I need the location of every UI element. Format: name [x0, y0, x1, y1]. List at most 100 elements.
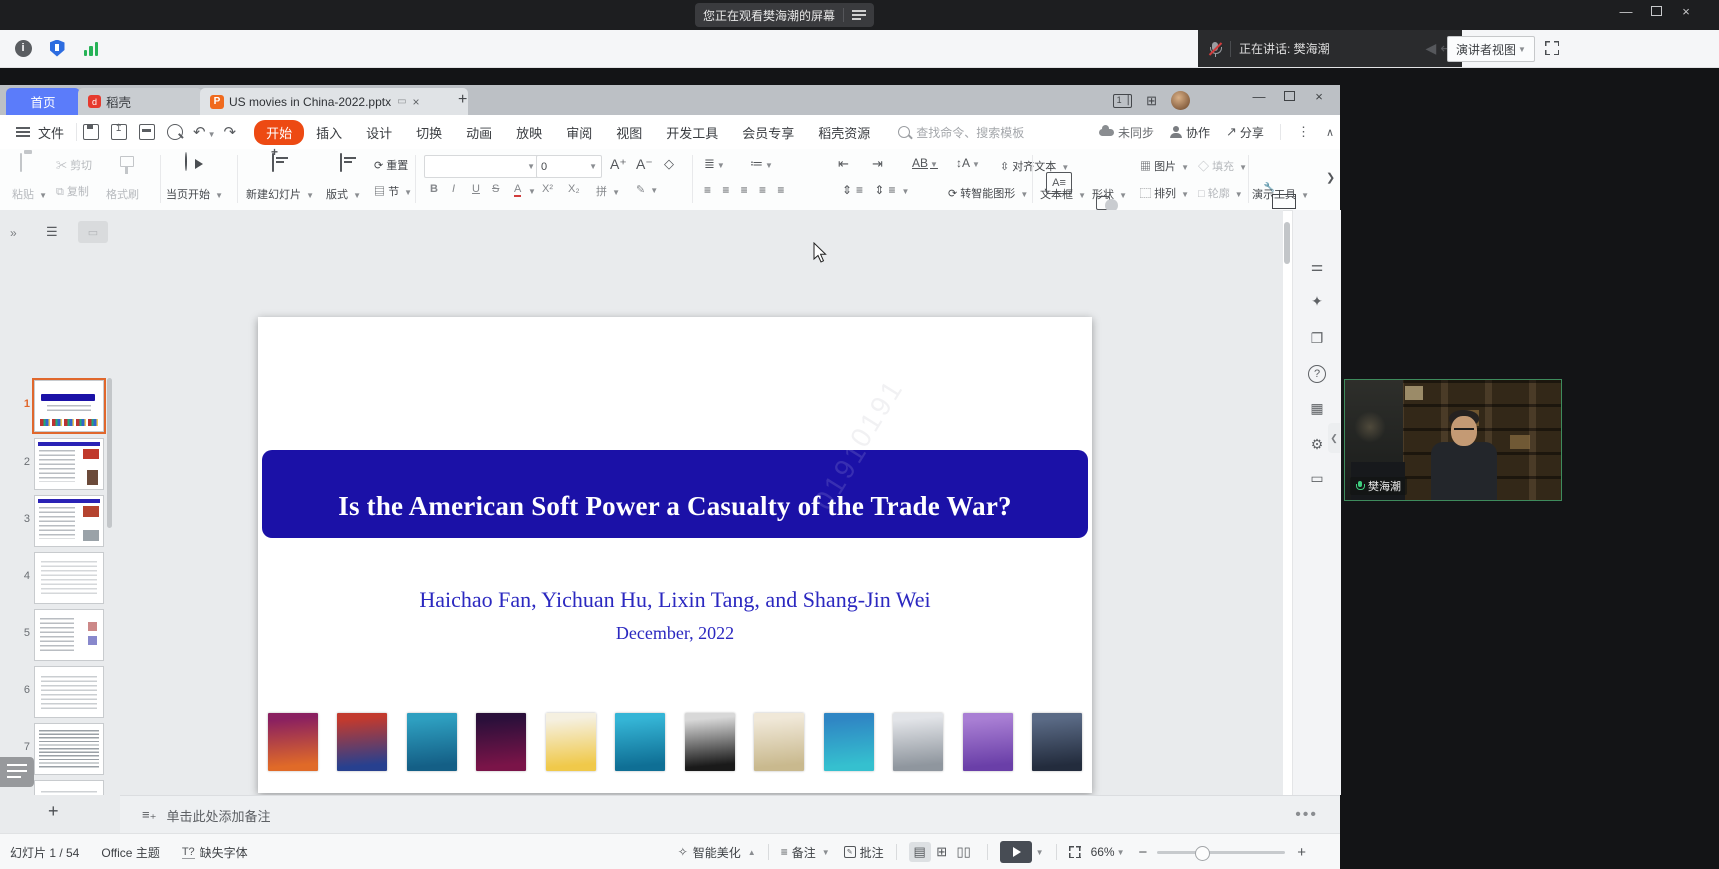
menu-member[interactable]: 会员专享 [742, 123, 794, 142]
chat-bubble-icon[interactable]: ▭ [397, 96, 406, 107]
pinyin-button[interactable]: 拼 ▼ [596, 183, 620, 199]
help-icon[interactable]: ? [1308, 365, 1326, 383]
to-smartart-button[interactable]: ⟳ 转智能图形 ▼ [948, 185, 1028, 201]
session-window-icon[interactable]: 1▕ [1113, 94, 1132, 108]
play-from-current-icon[interactable] [185, 152, 187, 171]
slide-thumbnail-7[interactable] [34, 723, 104, 775]
reading-view-icon[interactable]: ▯▯ [953, 842, 975, 862]
font-size-combo[interactable]: 0▼ [536, 155, 602, 178]
panel-toggle-button[interactable] [0, 757, 34, 787]
outline-view-icon[interactable]: ☰ [46, 224, 58, 240]
slide-thumbnail-2[interactable] [34, 438, 104, 490]
layout-button[interactable]: 版式 ▼ [326, 186, 361, 202]
layout-icon[interactable] [340, 153, 342, 172]
zoom-level[interactable]: 66% [1091, 845, 1115, 859]
slide-thumbnail-5[interactable] [34, 609, 104, 661]
comment-pane-icon[interactable]: ▭ [1307, 470, 1327, 490]
arrange-button[interactable]: ⬚ 排列 ▼ [1140, 185, 1189, 201]
movie-poster[interactable] [337, 713, 387, 771]
grid-view-icon[interactable]: ⊞ [931, 842, 953, 862]
task-pane-icon[interactable]: ⚌ [1307, 258, 1327, 278]
format-painter-button[interactable]: 格式刷 [106, 186, 139, 202]
redo-icon[interactable]: ↷ [224, 123, 237, 141]
decrease-indent-icon[interactable]: ⇤ [838, 156, 849, 172]
chart-tools-icon[interactable]: ▦ [1307, 400, 1327, 420]
increase-indent-icon[interactable]: ⇥ [872, 156, 883, 172]
slide-thumbnail-1[interactable] [34, 380, 104, 432]
shield-icon[interactable] [46, 37, 68, 59]
tab-grid-icon[interactable]: ⊞ [1146, 93, 1157, 109]
slideshow-small-button[interactable]: ▭ [78, 221, 108, 243]
command-search[interactable]: 查找命令、搜索模板 [898, 124, 1024, 141]
share-menu-icon[interactable] [852, 10, 866, 20]
restore-button[interactable] [1641, 4, 1671, 19]
section-button[interactable]: ▤ 节 ▼ [374, 183, 412, 199]
slideshow-play-button[interactable] [1000, 841, 1032, 863]
highlight-button[interactable]: ✎ ▼ [636, 183, 658, 196]
textbox-button[interactable]: 文本框 ▼ [1040, 186, 1086, 202]
tab-document[interactable]: P US movies in China-2022.pptx ▭ × [200, 88, 468, 115]
bullet-list-icon[interactable]: ≣▼ [704, 156, 725, 172]
menu-review[interactable]: 审阅 [566, 123, 592, 142]
paste-button[interactable]: 粘贴 ▼ [12, 186, 47, 202]
new-tab-button[interactable]: + [458, 91, 467, 109]
play-options-chevron[interactable]: ▼ [1036, 848, 1044, 857]
fullscreen-icon[interactable] [1545, 41, 1559, 55]
print-icon[interactable] [139, 124, 155, 140]
normal-view-icon[interactable]: ▤ [909, 842, 931, 862]
italic-button[interactable]: I [452, 183, 455, 195]
tab-home[interactable]: 首页 [6, 88, 80, 115]
slide-title[interactable]: Is the American Soft Power a Casualty of… [338, 491, 1011, 522]
collaborate-button[interactable]: 协作 [1170, 124, 1210, 141]
slide-thumbnail-3[interactable] [34, 495, 104, 547]
menu-view[interactable]: 视图 [616, 123, 642, 142]
slide-thumbnail-4[interactable] [34, 552, 104, 604]
align-buttons[interactable]: ≡ ≡ ≡ ≡ ≡ [704, 183, 788, 197]
text-direction-icon[interactable]: AB▼ [912, 156, 938, 170]
beautify-button[interactable]: ✧ 智能美化▲ [678, 844, 756, 861]
menu-devtools[interactable]: 开发工具 [666, 123, 718, 142]
bold-button[interactable]: B [430, 183, 438, 195]
undo-icon[interactable]: ↶▼ [193, 123, 216, 141]
thumbnail-scrollbar[interactable] [107, 378, 112, 528]
share-button[interactable]: ↗分享 [1226, 124, 1264, 141]
zoom-slider[interactable] [1157, 851, 1285, 854]
editing-canvas[interactable]: Is the American Soft Power a Casualty of… [120, 210, 1283, 795]
decrease-font-icon[interactable]: A⁻ [636, 156, 653, 173]
menu-animation[interactable]: 动画 [466, 123, 492, 142]
spacing-buttons[interactable]: ⇕≡ ⇕≡▼ [842, 183, 913, 197]
menu-design[interactable]: 设计 [366, 123, 392, 142]
title-banner[interactable]: Is the American Soft Power a Casualty of… [262, 450, 1088, 538]
slide-authors[interactable]: Haichao Fan, Yichuan Hu, Lixin Tang, and… [258, 587, 1092, 613]
fill-button[interactable]: ◇ 填充 ▼ [1198, 158, 1247, 174]
settings-gear-icon[interactable]: ⚙ [1307, 436, 1327, 456]
menu-slideshow[interactable]: 放映 [516, 123, 542, 142]
movie-poster[interactable] [685, 713, 735, 771]
effects-star-icon[interactable]: ✦ [1307, 293, 1327, 313]
cut-button[interactable]: ✂ 剪切 [56, 157, 92, 173]
line-spacing-icon[interactable]: ↕A▼ [956, 156, 980, 170]
menu-insert[interactable]: 插入 [316, 123, 342, 142]
notes-more-icon[interactable]: ••• [1295, 806, 1318, 824]
increase-font-icon[interactable]: A⁺ [610, 156, 627, 173]
menu-transition[interactable]: 切换 [416, 123, 442, 142]
canvas-scrollbar[interactable] [1284, 222, 1290, 264]
clear-format-icon[interactable]: ◇ [664, 156, 674, 172]
comments-button[interactable]: ✎批注 [844, 844, 884, 861]
layers-pane-icon[interactable]: ❐ [1307, 330, 1327, 350]
movie-poster[interactable] [893, 713, 943, 771]
paste-icon[interactable] [20, 153, 22, 172]
close-button[interactable]: × [1671, 4, 1701, 19]
numbered-list-icon[interactable]: ≔▼ [750, 156, 773, 172]
notes-toggle-button[interactable]: ≡备注▼ [781, 844, 830, 861]
main-menu-icon[interactable] [16, 127, 30, 137]
superscript-button[interactable]: X² [542, 183, 553, 195]
picture-button[interactable]: ▦ 图片 ▼ [1140, 158, 1189, 174]
wps-restore-button[interactable] [1274, 89, 1304, 104]
play-from-current-button[interactable]: 当页开始 ▼ [166, 186, 223, 202]
new-slide-icon[interactable] [272, 153, 274, 172]
underline-button[interactable]: U [472, 183, 480, 195]
menu-file[interactable]: 文件 [38, 123, 64, 142]
movie-poster[interactable] [268, 713, 318, 771]
wps-minimize-button[interactable]: — [1244, 89, 1274, 104]
